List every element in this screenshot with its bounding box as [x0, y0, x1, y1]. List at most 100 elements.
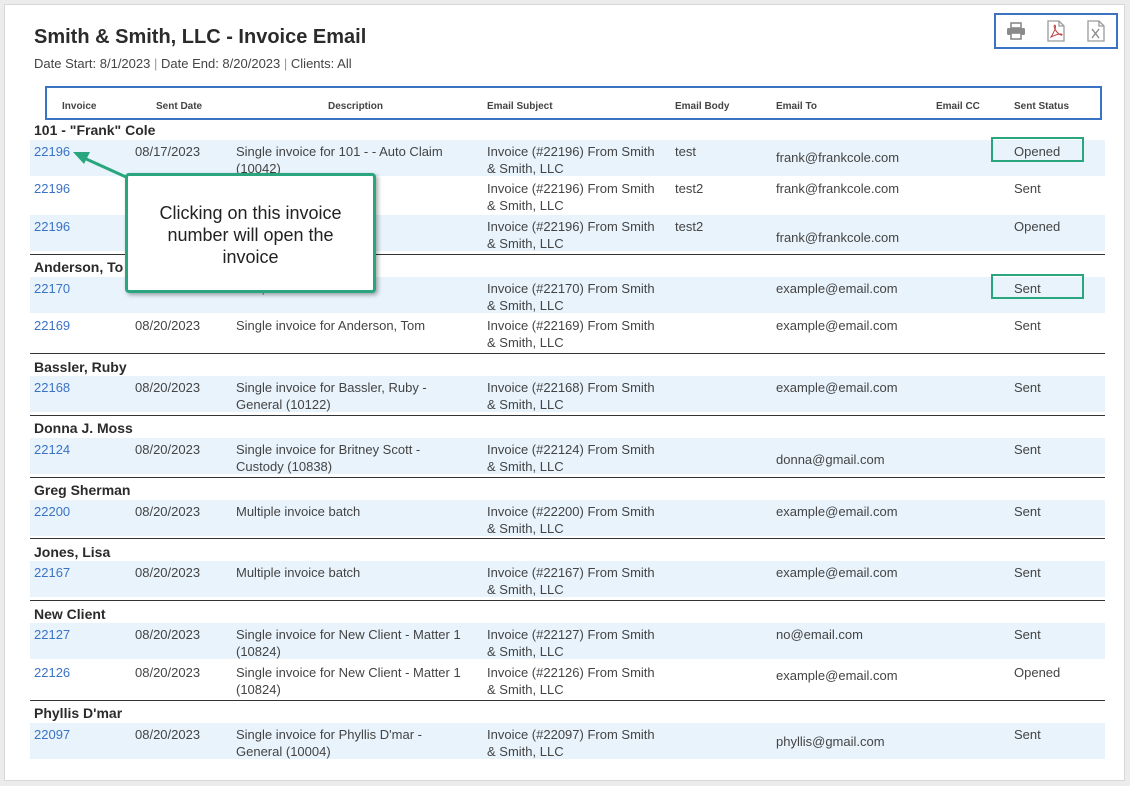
email-subject-cell: Invoice (#22169) From Smith: [487, 318, 655, 333]
invoice-number-link[interactable]: 22196: [34, 143, 70, 160]
description-cell: Single invoice for 101 - - Auto Claim: [236, 144, 443, 159]
invoice-number-link[interactable]: 22168: [34, 379, 70, 396]
annotation-callout: Clicking on this invoice number will ope…: [125, 173, 376, 293]
report-filters: Date Start: 8/1/2023 | Date End: 8/20/20…: [34, 56, 352, 71]
email-subject-cell: & Smith, LLC: [487, 335, 564, 350]
sent-date-cell: 08/20/2023: [135, 380, 201, 395]
group-divider: [30, 600, 1105, 601]
email-to-cell: donna@gmail.com: [776, 452, 885, 467]
email-body-cell: test2: [675, 219, 704, 234]
date-start-label: Date Start: 8/1/2023: [34, 56, 151, 71]
group-divider: [30, 353, 1105, 354]
email-subject-cell: Invoice (#22127) From Smith: [487, 627, 655, 642]
client-group-header: 101 - "Frank" Cole: [34, 122, 156, 138]
group-divider: [30, 538, 1105, 539]
email-subject-cell: Invoice (#22097) From Smith: [487, 727, 655, 742]
description-cell: (10824): [236, 682, 281, 697]
email-subject-cell: & Smith, LLC: [487, 198, 564, 213]
email-to-cell: no@email.com: [776, 627, 863, 642]
description-cell: Single invoice for Phyllis D'mar -: [236, 727, 422, 742]
invoice-number-link[interactable]: 22169: [34, 317, 70, 334]
description-cell: Custody (10838): [236, 459, 333, 474]
email-to-cell: frank@frankcole.com: [776, 181, 900, 196]
col-email-to[interactable]: Email To: [776, 101, 817, 112]
email-subject-cell: & Smith, LLC: [487, 298, 564, 313]
col-description[interactable]: Description: [328, 101, 383, 112]
description-cell: Single invoice for New Client - Matter 1: [236, 627, 461, 642]
col-sent-status[interactable]: Sent Status: [1014, 101, 1069, 112]
sent-status-cell: Sent: [1014, 318, 1041, 333]
status-highlight-box: [991, 274, 1084, 299]
sent-status-cell: Sent: [1014, 565, 1041, 580]
description-cell: (10824): [236, 644, 281, 659]
invoice-number-link[interactable]: 22200: [34, 503, 70, 520]
email-subject-cell: Invoice (#22196) From Smith: [487, 219, 655, 234]
export-toolbar: [994, 13, 1118, 49]
excel-icon[interactable]: [1085, 20, 1107, 42]
email-subject-cell: & Smith, LLC: [487, 682, 564, 697]
client-group-header: New Client: [34, 606, 106, 622]
col-invoice[interactable]: Invoice: [62, 101, 96, 112]
callout-line: invoice: [222, 247, 279, 267]
email-subject-cell: Invoice (#22170) From Smith: [487, 281, 655, 296]
email-body-cell: test2: [675, 181, 704, 196]
email-to-cell: frank@frankcole.com: [776, 230, 900, 245]
invoice-number-link[interactable]: 22170: [34, 280, 70, 297]
description-cell: Single invoice for Britney Scott -: [236, 442, 421, 457]
email-to-cell: example@email.com: [776, 668, 898, 683]
email-subject-cell: & Smith, LLC: [487, 459, 564, 474]
client-group-header: Bassler, Ruby: [34, 359, 127, 375]
email-to-cell: phyllis@gmail.com: [776, 734, 885, 749]
col-email-body[interactable]: Email Body: [675, 101, 729, 112]
sent-date-cell: 08/20/2023: [135, 665, 201, 680]
email-subject-cell: Invoice (#22126) From Smith: [487, 665, 655, 680]
description-cell: Multiple invoice batch: [236, 565, 361, 580]
email-body-cell: test: [675, 144, 696, 159]
page-title: Smith & Smith, LLC - Invoice Email: [34, 26, 367, 48]
sent-status-cell: Sent: [1014, 442, 1041, 457]
invoice-number-link[interactable]: 22196: [34, 180, 70, 197]
email-subject-cell: Invoice (#22167) From Smith: [487, 565, 655, 580]
col-email-subject[interactable]: Email Subject: [487, 101, 553, 112]
callout-line: number will open the: [167, 225, 334, 245]
description-cell: Multiple invoice batch: [236, 504, 361, 519]
client-group-header: Phyllis D'mar: [34, 705, 123, 721]
status-highlight-box: [991, 137, 1084, 162]
email-to-cell: example@email.com: [776, 318, 898, 333]
email-subject-cell: & Smith, LLC: [487, 582, 564, 597]
invoice-number-link[interactable]: 22124: [34, 441, 70, 458]
sent-date-cell: 08/20/2023: [135, 442, 201, 457]
email-to-cell: example@email.com: [776, 281, 898, 296]
description-cell: Single invoice for Bassler, Ruby -: [236, 380, 427, 395]
sent-status-cell: Sent: [1014, 504, 1041, 519]
email-subject-cell: & Smith, LLC: [487, 236, 564, 251]
col-email-cc[interactable]: Email CC: [936, 101, 980, 112]
email-to-cell: example@email.com: [776, 504, 898, 519]
sent-date-cell: 08/20/2023: [135, 727, 201, 742]
date-end-label: Date End: 8/20/2023: [161, 56, 281, 71]
group-divider: [30, 415, 1105, 416]
clients-label: Clients: All: [290, 56, 352, 71]
description-cell: General (10122): [236, 397, 331, 412]
email-to-cell: frank@frankcole.com: [776, 150, 900, 165]
sent-date-cell: 08/20/2023: [135, 565, 201, 580]
client-group-header: Jones, Lisa: [34, 544, 111, 560]
invoice-number-link[interactable]: 22097: [34, 726, 70, 743]
invoice-number-link[interactable]: 22196: [34, 218, 70, 235]
email-subject-cell: & Smith, LLC: [487, 397, 564, 412]
sent-status-cell: Sent: [1014, 627, 1041, 642]
invoice-number-link[interactable]: 22127: [34, 626, 70, 643]
sent-date-cell: 08/20/2023: [135, 627, 201, 642]
group-divider: [30, 477, 1105, 478]
printer-icon[interactable]: [1005, 20, 1027, 42]
email-to-cell: example@email.com: [776, 565, 898, 580]
description-cell: Single invoice for Anderson, Tom: [236, 318, 426, 333]
invoice-number-link[interactable]: 22167: [34, 564, 70, 581]
pdf-icon[interactable]: [1045, 20, 1067, 42]
description-cell: Single invoice for New Client - Matter 1: [236, 665, 461, 680]
sent-status-cell: Sent: [1014, 727, 1041, 742]
client-group-header: Donna J. Moss: [34, 420, 133, 436]
invoice-number-link[interactable]: 22126: [34, 664, 70, 681]
filter-separator: |: [153, 56, 158, 71]
col-sent-date[interactable]: Sent Date: [156, 101, 202, 112]
